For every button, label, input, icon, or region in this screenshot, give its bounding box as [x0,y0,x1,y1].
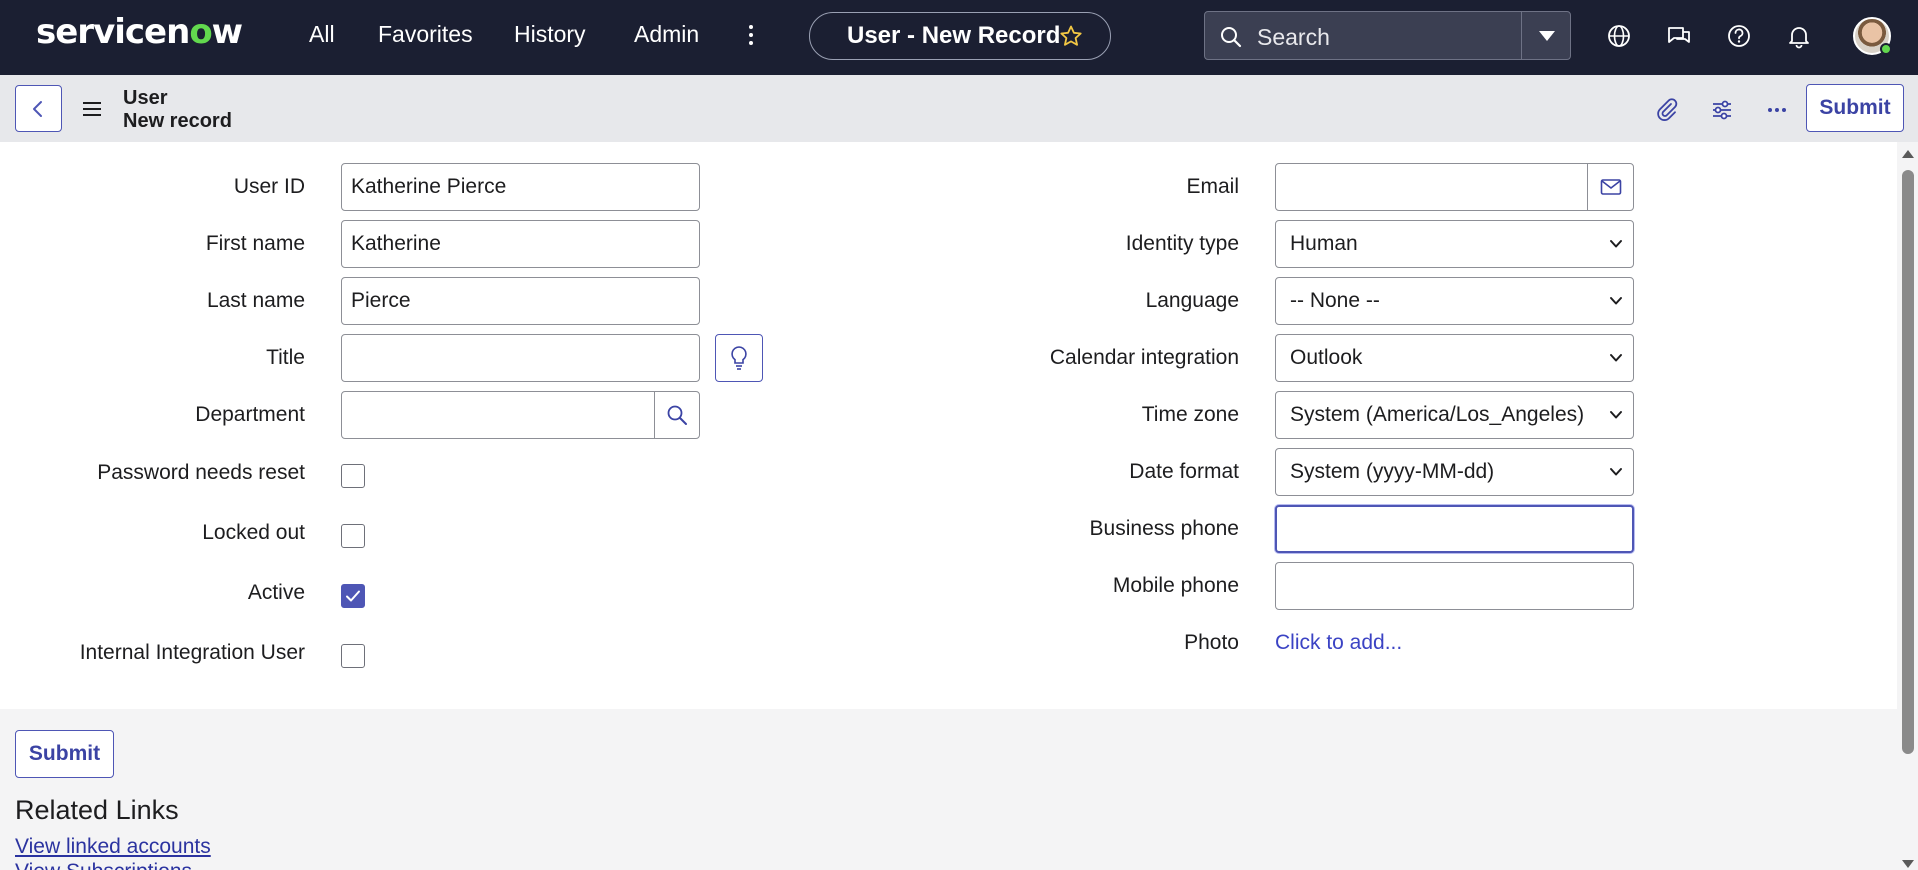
more-actions-icon[interactable] [1764,97,1790,123]
checkmark-icon [346,590,360,602]
time-zone-select[interactable]: System (America/Los_Angeles) [1275,391,1634,439]
identity-type-select[interactable]: Human [1275,220,1634,268]
department-field[interactable] [341,391,655,439]
business-phone-label: Business phone [1089,517,1239,540]
lightbulb-icon [731,346,747,370]
date-format-select[interactable]: System (yyyy-MM-dd) [1275,448,1634,496]
last-name-label: Last name [206,289,305,312]
department-label: Department [195,403,305,426]
chevron-down-icon [1610,297,1622,305]
view-subscriptions-link[interactable]: View Subscriptions [15,860,192,870]
search-icon [667,405,687,425]
calendar-integration-label: Calendar integration [1049,346,1239,369]
paperclip-icon[interactable] [1654,97,1680,123]
global-search[interactable]: Search [1204,11,1571,60]
star-icon[interactable] [1059,24,1083,48]
nav-history[interactable]: History [514,21,586,48]
email-field[interactable] [1275,163,1588,211]
scroll-up-arrow-icon[interactable] [1902,150,1914,158]
globe-icon[interactable] [1605,22,1633,50]
password-needs-reset-checkbox[interactable] [341,464,365,488]
user-avatar[interactable] [1853,17,1892,55]
scroll-down-arrow-icon[interactable] [1902,860,1914,868]
date-format-label: Date format [1129,460,1239,483]
user-id-label: User ID [233,175,305,198]
mobile-phone-field[interactable] [1275,562,1634,610]
title-label: Title [266,346,305,369]
more-menu-icon[interactable] [743,22,759,52]
context-menu-icon[interactable] [83,102,101,120]
chevron-down-icon [1610,468,1622,476]
identity-type-label: Identity type [1125,232,1239,255]
mobile-phone-label: Mobile phone [1112,574,1239,597]
identity-type-value: Human [1290,232,1358,255]
internal-integration-user-checkbox[interactable] [341,644,365,668]
envelope-icon [1600,179,1622,195]
footer-submit-button[interactable]: Submit [15,730,114,778]
email-label: Email [1186,175,1239,198]
user-id-field[interactable]: Katherine Pierce [341,163,700,211]
language-select[interactable]: -- None -- [1275,277,1634,325]
department-lookup-button[interactable] [654,391,700,439]
calendar-integration-value: Outlook [1290,346,1363,369]
help-icon[interactable] [1725,22,1753,50]
locked-out-checkbox[interactable] [341,524,365,548]
active-checkbox[interactable] [341,584,365,608]
last-name-field[interactable]: Pierce [341,277,700,325]
password-needs-reset-label: Password needs reset [97,461,305,484]
internal-integration-user-label: Internal Integration User [79,641,305,664]
send-email-button[interactable] [1587,163,1634,211]
record-state: New record [123,110,232,132]
date-format-value: System (yyyy-MM-dd) [1290,460,1495,483]
record-title: User - New Record [847,22,1061,49]
photo-label: Photo [1184,631,1239,654]
chat-icon[interactable] [1665,22,1693,50]
presence-status-icon [1880,43,1892,55]
time-zone-label: Time zone [1141,403,1239,426]
header-submit-button[interactable]: Submit [1806,84,1904,132]
photo-add-link[interactable]: Click to add... [1275,631,1402,655]
language-value: -- None -- [1290,289,1380,312]
locked-out-label: Locked out [202,521,305,544]
first-name-label: First name [205,232,305,255]
chevron-down-icon [1610,354,1622,362]
record-title-pill[interactable]: User - New Record [809,12,1111,60]
calendar-integration-select[interactable]: Outlook [1275,334,1634,382]
business-phone-field[interactable] [1275,505,1634,553]
back-button[interactable] [15,85,62,132]
form-header: User New record Submit [0,75,1918,142]
first-name-field[interactable]: Katherine [341,220,700,268]
page-scrollbar[interactable] [1897,142,1918,870]
language-label: Language [1145,289,1239,312]
title-field[interactable] [341,334,700,382]
chevron-left-icon [33,101,42,117]
related-links-heading: Related Links [15,795,179,825]
nav-admin[interactable]: Admin [634,21,699,48]
settings-sliders-icon[interactable] [1709,97,1735,123]
search-divider [1521,12,1522,59]
active-label: Active [247,581,305,604]
search-placeholder: Search [1257,24,1330,50]
user-form: User ID Katherine Pierce First name Kath… [0,142,1897,709]
chevron-down-icon [1610,411,1622,419]
top-navigation-bar: servicenow All Favorites History Admin U… [0,0,1918,75]
time-zone-value: System (America/Los_Angeles) [1290,403,1585,426]
view-linked-accounts-link[interactable]: View linked accounts [15,835,211,859]
search-scope-dropdown-icon[interactable] [1539,31,1555,41]
bell-icon[interactable] [1785,22,1813,50]
chevron-down-icon [1610,240,1622,248]
title-suggestion-button[interactable] [715,334,763,382]
nav-all[interactable]: All [309,21,335,48]
nav-favorites[interactable]: Favorites [378,21,473,48]
scrollbar-thumb[interactable] [1902,170,1914,754]
servicenow-logo[interactable]: servicenow [36,12,243,52]
search-icon [1221,27,1242,48]
table-name: User [123,87,168,109]
